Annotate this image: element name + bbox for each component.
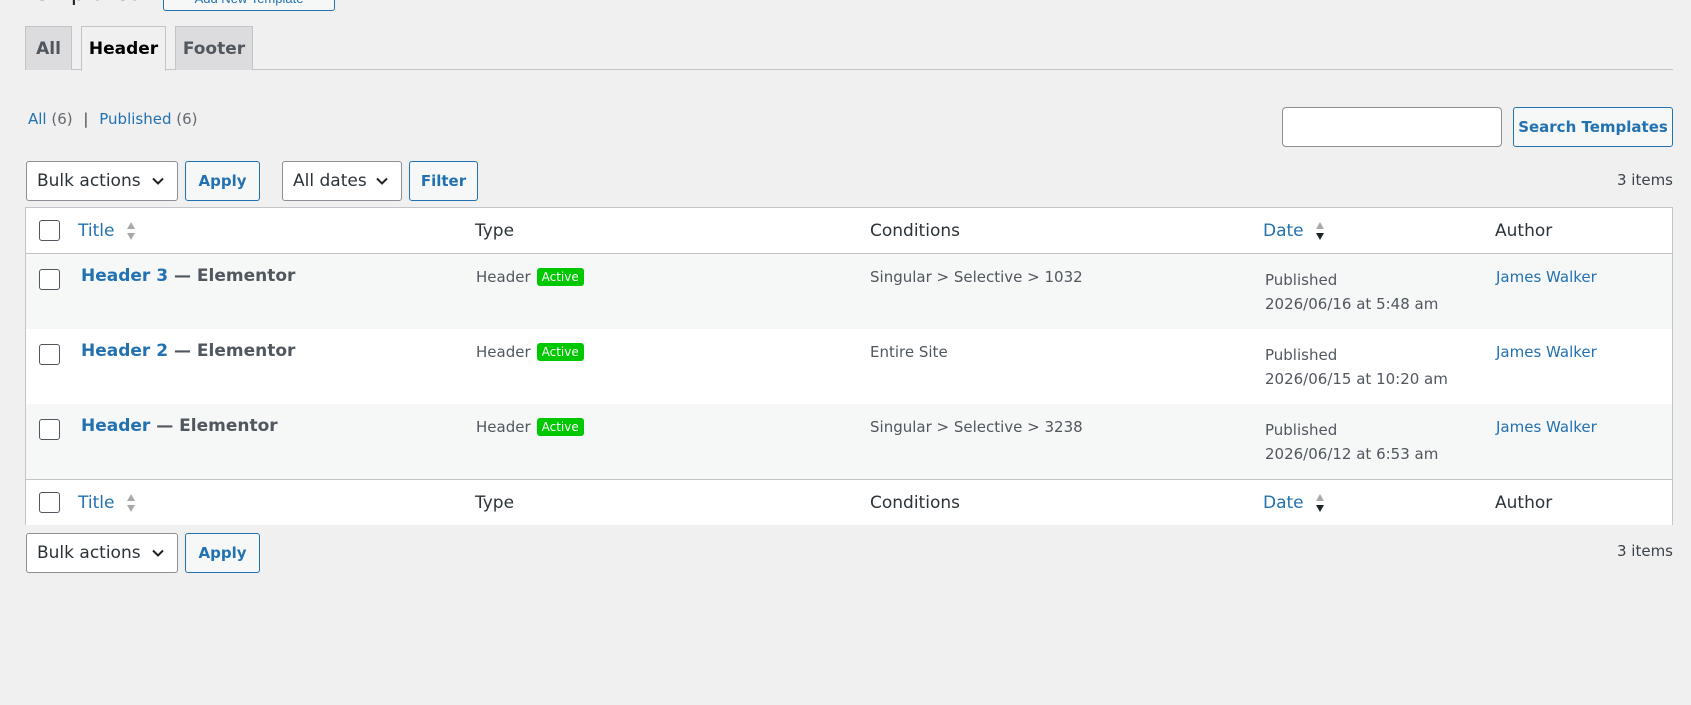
dates-filter-label: All dates	[293, 171, 367, 191]
row-title-link[interactable]: Header	[81, 416, 150, 436]
table-header: Title Type Conditions Date Author	[26, 208, 1672, 254]
bulk-actions-label: Bulk actions	[37, 171, 141, 191]
sort-icon	[126, 222, 135, 240]
column-author: Author	[1495, 221, 1553, 241]
row-title-suffix: — Elementor	[173, 266, 296, 286]
tab-footer[interactable]: Footer	[175, 26, 253, 70]
row-conditions: Entire Site	[870, 343, 948, 361]
row-checkbox[interactable]	[39, 344, 60, 365]
chevron-down-icon	[376, 177, 388, 185]
active-badge: Active	[536, 343, 584, 361]
active-badge: Active	[536, 268, 584, 286]
row-title: Header 3 — Elementor	[81, 266, 295, 286]
row-checkbox[interactable]	[39, 269, 60, 290]
row-author-link[interactable]: James Walker	[1496, 343, 1597, 361]
search-input[interactable]	[1282, 107, 1502, 147]
table-row: Header — Elementor Header Active Singula…	[26, 404, 1672, 479]
bulk-actions-select-bottom[interactable]: Bulk actions	[26, 533, 178, 573]
row-title-link[interactable]: Header 2	[81, 341, 168, 361]
table-footer: Title Type Conditions Date Author	[26, 479, 1672, 525]
row-status: Published	[1265, 421, 1338, 439]
row-datetime: 2026/06/15 at 10:20 am	[1265, 370, 1448, 388]
row-title: Header — Elementor	[81, 416, 278, 436]
active-badge: Active	[536, 418, 584, 436]
row-title-suffix: — Elementor	[156, 416, 278, 436]
tab-all[interactable]: All	[25, 26, 72, 70]
search-templates-button[interactable]: Search Templates	[1513, 107, 1673, 147]
row-status: Published	[1265, 271, 1338, 289]
row-date: Published 2026/06/16 at 5:48 am	[1265, 268, 1438, 316]
row-type: Header Active	[476, 418, 584, 436]
row-type: Header Active	[476, 343, 584, 361]
row-author: James Walker	[1496, 268, 1597, 286]
view-published-link[interactable]: Published	[99, 110, 171, 128]
row-date: Published 2026/06/12 at 6:53 am	[1265, 418, 1438, 466]
row-author-link[interactable]: James Walker	[1496, 418, 1597, 436]
row-author-link[interactable]: James Walker	[1496, 268, 1597, 286]
row-title-link[interactable]: Header 3	[81, 266, 168, 286]
items-count-top: 3 items	[1616, 171, 1673, 189]
row-author: James Walker	[1496, 418, 1597, 436]
column-author-footer: Author	[1495, 493, 1553, 513]
row-type: Header Active	[476, 268, 584, 286]
row-date: Published 2026/06/15 at 10:20 am	[1265, 343, 1448, 391]
table-row: Header 3 — Elementor Header Active Singu…	[26, 254, 1672, 329]
apply-button-bottom[interactable]: Apply	[185, 533, 260, 573]
tab-header[interactable]: Header	[81, 26, 166, 71]
status-views: All (6) | Published (6)	[28, 110, 198, 128]
dates-filter-select[interactable]: All dates	[282, 161, 402, 201]
filter-button[interactable]: Filter	[409, 161, 478, 201]
page-title: Templates	[24, 0, 141, 8]
items-count-bottom: 3 items	[1616, 542, 1673, 560]
view-all-link[interactable]: All	[28, 110, 47, 128]
row-conditions: Singular > Selective > 1032	[870, 268, 1083, 286]
row-datetime: 2026/06/16 at 5:48 am	[1265, 295, 1439, 313]
column-date-footer[interactable]: Date	[1263, 493, 1325, 513]
sort-icon	[1316, 222, 1325, 240]
view-all-count: (6)	[51, 110, 73, 128]
view-separator: |	[83, 110, 89, 128]
row-status: Published	[1265, 346, 1338, 364]
table-row: Header 2 — Elementor Header Active Entir…	[26, 329, 1672, 404]
chevron-down-icon	[152, 177, 164, 185]
row-checkbox[interactable]	[39, 419, 60, 440]
template-type-tabs: All Header Footer	[25, 26, 1673, 71]
column-type-footer: Type	[475, 493, 515, 513]
sort-icon	[126, 494, 135, 512]
add-new-template-button[interactable]: Add New Template	[163, 0, 335, 11]
row-datetime: 2026/06/12 at 6:53 am	[1265, 445, 1439, 463]
apply-button-top[interactable]: Apply	[185, 161, 260, 201]
bulk-actions-label: Bulk actions	[37, 543, 141, 563]
column-type: Type	[475, 221, 515, 241]
bulk-actions-select-top[interactable]: Bulk actions	[26, 161, 178, 201]
templates-page: Templates Add New Template All Header Fo…	[0, 0, 1691, 705]
column-title[interactable]: Title	[78, 221, 136, 241]
row-title-suffix: — Elementor	[173, 341, 296, 361]
select-all-checkbox-footer[interactable]	[39, 492, 60, 513]
column-conditions-footer: Conditions	[870, 493, 960, 513]
column-title-footer[interactable]: Title	[78, 493, 136, 513]
column-conditions: Conditions	[870, 221, 960, 241]
view-published-count: (6)	[176, 110, 198, 128]
sort-icon	[1316, 494, 1325, 512]
chevron-down-icon	[152, 549, 164, 557]
select-all-checkbox[interactable]	[39, 220, 60, 241]
row-conditions: Singular > Selective > 3238	[870, 418, 1083, 436]
templates-table: Title Type Conditions Date Author Header…	[25, 207, 1673, 525]
column-date[interactable]: Date	[1263, 221, 1325, 241]
row-author: James Walker	[1496, 343, 1597, 361]
row-title: Header 2 — Elementor	[81, 341, 295, 361]
